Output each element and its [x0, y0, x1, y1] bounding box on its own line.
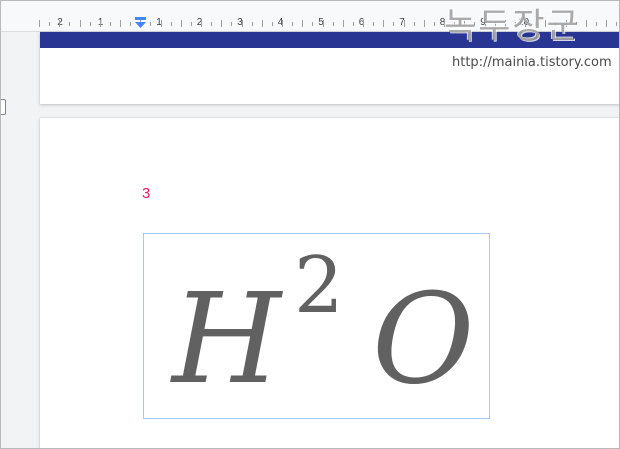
ruler-tick	[99, 20, 101, 27]
ruler-tick	[130, 22, 132, 26]
ruler-tick	[352, 22, 354, 26]
ruler-tick	[261, 20, 263, 27]
ruler-tick	[180, 20, 182, 27]
ruler-tick	[79, 20, 81, 27]
ruler-tick	[231, 22, 233, 26]
ruler-tick	[39, 20, 40, 27]
ruler-tick	[616, 22, 618, 26]
ruler-tick	[322, 20, 324, 27]
ruler-tick	[423, 20, 425, 27]
watermark-url: http://mainia.tistory.com	[452, 55, 612, 70]
ruler-tick	[109, 22, 111, 26]
ruler-tick	[312, 22, 314, 26]
ruler-tick	[69, 22, 71, 26]
equation-base: H	[170, 267, 284, 412]
ruler-tick	[170, 22, 172, 26]
page-number: 3	[142, 185, 151, 202]
ruler-tick	[292, 22, 294, 26]
ruler-tick	[49, 22, 51, 26]
current-page[interactable]: 3 H 2 O	[40, 118, 619, 448]
equation-object[interactable]: H 2 O	[143, 233, 490, 419]
ruler-tick	[251, 22, 253, 26]
left-margin	[1, 32, 39, 448]
ruler-tick	[120, 20, 121, 27]
ruler-tick	[363, 20, 364, 27]
ruler-tick	[190, 22, 192, 26]
ruler-tick	[150, 22, 152, 26]
ruler-tick	[332, 22, 334, 26]
ruler-tick	[606, 20, 607, 27]
ruler-tick	[413, 22, 415, 26]
ruler-tick	[393, 22, 395, 26]
ruler-tick	[585, 20, 587, 27]
document-outline-icon[interactable]	[1, 99, 6, 115]
document-window: 2112345678910 3 H 2 O 녹두장군 http://mainia…	[0, 0, 620, 449]
ruler-tick	[342, 20, 344, 27]
ruler-tick	[211, 22, 213, 26]
ruler-tick	[282, 20, 283, 27]
ruler-tick	[59, 20, 61, 27]
indent-marker-icon[interactable]	[134, 17, 147, 29]
ruler-tick	[271, 22, 273, 26]
equation-formula: H 2 O	[170, 241, 474, 412]
ruler-tick	[595, 22, 597, 26]
ruler-tick	[433, 22, 435, 26]
ruler-tick	[383, 20, 385, 27]
ruler-tick	[302, 20, 304, 27]
ruler-tick	[221, 20, 223, 27]
ruler-tick	[241, 20, 243, 27]
ruler-tick	[89, 22, 91, 26]
ruler-tick	[403, 20, 405, 27]
equation-trailing: O	[372, 267, 474, 412]
watermark-title: 녹두장군	[444, 7, 581, 47]
ruler-tick	[201, 20, 202, 27]
equation-superscript: 2	[294, 241, 344, 331]
ruler-tick	[160, 20, 162, 27]
ruler-tick	[373, 22, 375, 26]
